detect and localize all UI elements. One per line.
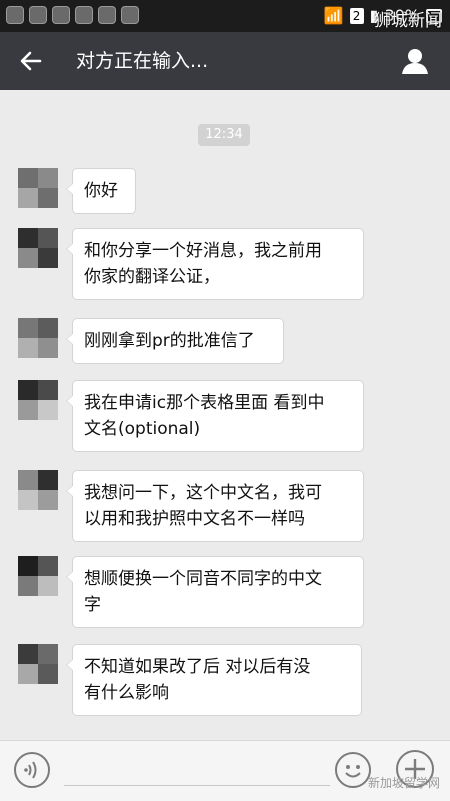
- voice-icon[interactable]: [14, 752, 50, 788]
- message-text: 想顺便换一个同音不同字的中文: [84, 569, 322, 589]
- message-text: 刚刚拿到pr的批准信了: [84, 331, 255, 351]
- message-bubble[interactable]: 我想问一下，这个中文名，我可 以用和我护照中文名不一样吗: [66, 470, 364, 542]
- message-bubble[interactable]: 我在申请ic那个表格里面 看到中 文名(optional): [66, 380, 364, 452]
- person-icon[interactable]: [400, 46, 430, 76]
- avatar[interactable]: [18, 470, 58, 510]
- back-arrow-icon[interactable]: [16, 46, 46, 76]
- timestamp: 12:34: [198, 124, 250, 146]
- message-text: 字: [84, 595, 101, 615]
- avatar[interactable]: [18, 168, 58, 208]
- message-text: 我在申请ic那个表格里面 看到中: [84, 393, 325, 413]
- status-bar: 📶 2 ▮ 30% 狮城新闻: [0, 0, 450, 32]
- app-notification-icon: [29, 6, 47, 24]
- app-notification-icon: [121, 6, 139, 24]
- message-text: 不知道如果改了后 对以后有没: [84, 657, 311, 677]
- app-notification-icon: [52, 6, 70, 24]
- message-text: 你好: [84, 181, 118, 201]
- avatar[interactable]: [18, 644, 58, 684]
- message-text: 文名(optional): [84, 419, 201, 439]
- message-text: 我想问一下，这个中文名，我可: [84, 483, 322, 503]
- wifi-icon: 📶: [323, 6, 344, 25]
- watermark-bottom: 新加坡留学网: [368, 776, 441, 790]
- wechat-notification-icon: [98, 6, 116, 24]
- watermark-top: 狮城新闻: [374, 11, 442, 31]
- notification-icons: [6, 6, 139, 24]
- avatar[interactable]: [18, 228, 58, 268]
- message-text: 和你分享一个好消息，我之前用: [84, 241, 322, 261]
- chat-title: 对方正在输入...: [76, 50, 209, 72]
- message-text: 有什么影响: [84, 683, 169, 703]
- sim-badge: 2: [349, 7, 364, 24]
- app-notification-icon: [6, 6, 24, 24]
- message-bubble[interactable]: 和你分享一个好消息，我之前用 你家的翻译公证，: [66, 228, 364, 300]
- message-bubble[interactable]: 你好: [66, 168, 136, 214]
- message-text: 你家的翻译公证，: [84, 267, 220, 287]
- emoji-icon[interactable]: [335, 752, 371, 788]
- input-bar: [0, 740, 450, 801]
- avatar[interactable]: [18, 380, 58, 420]
- message-input[interactable]: [64, 785, 330, 786]
- message-bubble[interactable]: 不知道如果改了后 对以后有没 有什么影响: [66, 644, 362, 716]
- message-bubble[interactable]: 刚刚拿到pr的批准信了: [66, 318, 284, 364]
- avatar[interactable]: [18, 556, 58, 596]
- title-bar: 对方正在输入...: [0, 32, 450, 90]
- message-text: 以用和我护照中文名不一样吗: [84, 509, 305, 529]
- message-bubble[interactable]: 想顺便换一个同音不同字的中文 字: [66, 556, 364, 628]
- avatar[interactable]: [18, 318, 58, 358]
- wechat-notification-icon: [75, 6, 93, 24]
